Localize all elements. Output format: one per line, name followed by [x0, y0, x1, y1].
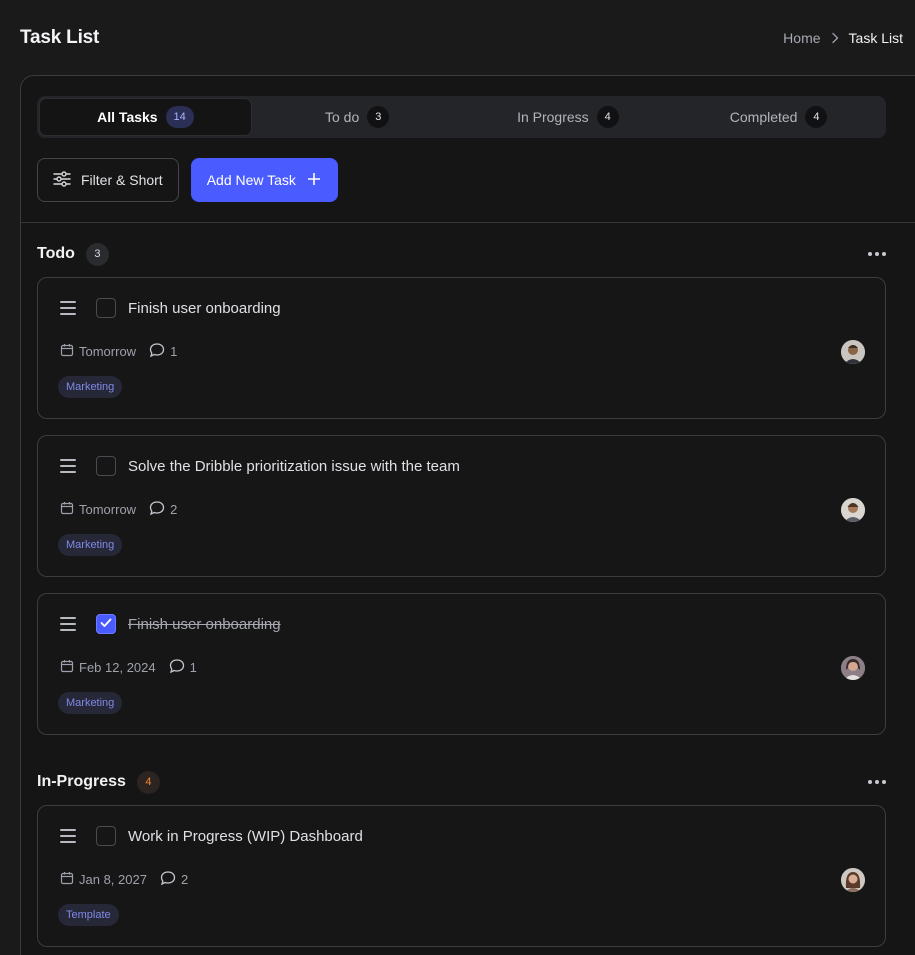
tab-count-badge: 4: [596, 106, 619, 128]
more-icon[interactable]: [868, 776, 886, 788]
tab-label: In Progress: [517, 109, 589, 125]
drag-handle-icon[interactable]: [60, 459, 76, 473]
tab-count-badge: 4: [805, 106, 828, 128]
check-icon: [100, 615, 112, 633]
section-title: Todo: [37, 245, 75, 262]
task-title: Solve the Dribble prioritization issue w…: [128, 457, 460, 475]
breadcrumb-current: Task List: [848, 30, 903, 46]
comment-icon: [169, 658, 185, 677]
calendar-icon: [60, 871, 74, 888]
section-header-todo: Todo 3: [37, 242, 886, 266]
task-checkbox[interactable]: [96, 826, 116, 846]
task-checkbox[interactable]: [96, 614, 116, 634]
filter-sort-label: Filter & Short: [81, 172, 163, 188]
comment-icon: [160, 870, 176, 889]
tab-in-progress[interactable]: In Progress 4: [463, 98, 674, 136]
task-comment-count: 1: [189, 660, 197, 675]
task-tag: Marketing: [58, 376, 123, 398]
task-panel: All Tasks 14 To do 3 In Progress 4 Compl…: [20, 75, 915, 955]
tab-completed[interactable]: Completed 4: [673, 98, 884, 136]
task-tag: Template: [58, 904, 119, 926]
comment-icon: [149, 342, 165, 361]
calendar-icon: [60, 659, 74, 676]
page-header: Task List Home Task List: [20, 24, 903, 52]
task-comment-count: 2: [180, 872, 189, 887]
avatar[interactable]: [841, 340, 865, 364]
task-title: Work in Progress (WIP) Dashboard: [128, 827, 363, 845]
tab-label: To do: [325, 109, 360, 125]
avatar[interactable]: [841, 498, 865, 522]
toolbar: Filter & Short Add New Task: [37, 158, 338, 202]
tab-count-badge: 3: [367, 106, 390, 128]
tab-count-badge: 14: [165, 106, 194, 128]
calendar-icon: [60, 501, 74, 518]
drag-handle-icon[interactable]: [60, 617, 76, 631]
add-task-label: Add New Task: [206, 172, 296, 188]
plus-icon: [307, 172, 321, 188]
tab-label: Completed: [729, 109, 798, 125]
divider: [21, 222, 915, 223]
task-due-date: Feb 12, 2024: [79, 660, 156, 675]
tab-label: All Tasks: [97, 109, 158, 125]
calendar-icon: [60, 343, 74, 360]
section-count-badge: 4: [136, 770, 160, 794]
sliders-icon: [53, 170, 71, 190]
drag-handle-icon[interactable]: [60, 301, 76, 315]
breadcrumb-home-link[interactable]: Home: [783, 30, 820, 46]
task-card[interactable]: Finish user onboarding Feb 12, 2024 1 Ma…: [37, 593, 886, 735]
task-tag: Marketing: [58, 692, 123, 714]
task-checkbox[interactable]: [96, 298, 116, 318]
tab-all-tasks[interactable]: All Tasks 14: [39, 98, 252, 136]
more-icon[interactable]: [868, 248, 886, 260]
page-title: Task List: [20, 27, 100, 48]
task-title: Finish user onboarding: [128, 299, 281, 317]
task-card[interactable]: Solve the Dribble prioritization issue w…: [37, 435, 886, 577]
task-comment-count: 1: [170, 344, 178, 359]
section-header-in-progress: In-Progress 4: [37, 770, 886, 794]
section-count-badge: 3: [85, 242, 109, 266]
filter-sort-button[interactable]: Filter & Short: [37, 158, 179, 202]
task-due-date: Jan 8, 2027: [79, 872, 147, 887]
breadcrumb: Home Task List: [783, 30, 903, 46]
task-checkbox[interactable]: [96, 456, 116, 476]
task-comment-count: 2: [170, 502, 178, 517]
task-card[interactable]: Work in Progress (WIP) Dashboard Jan 8, …: [37, 805, 886, 947]
section-title: In-Progress: [37, 773, 126, 790]
add-new-task-button[interactable]: Add New Task: [190, 158, 338, 202]
task-title: Finish user onboarding: [128, 615, 281, 633]
comment-icon: [149, 500, 165, 519]
tab-to-do[interactable]: To do 3: [252, 98, 463, 136]
avatar[interactable]: [841, 656, 865, 680]
task-due-date: Tomorrow: [79, 502, 137, 517]
avatar[interactable]: [841, 868, 865, 892]
task-card[interactable]: Finish user onboarding Tomorrow 1 Market…: [37, 277, 886, 419]
task-tabs: All Tasks 14 To do 3 In Progress 4 Compl…: [37, 96, 886, 138]
task-due-date: Tomorrow: [79, 344, 137, 359]
chevron-right-icon: [831, 32, 839, 44]
task-tag: Marketing: [58, 534, 123, 556]
drag-handle-icon[interactable]: [60, 829, 76, 843]
